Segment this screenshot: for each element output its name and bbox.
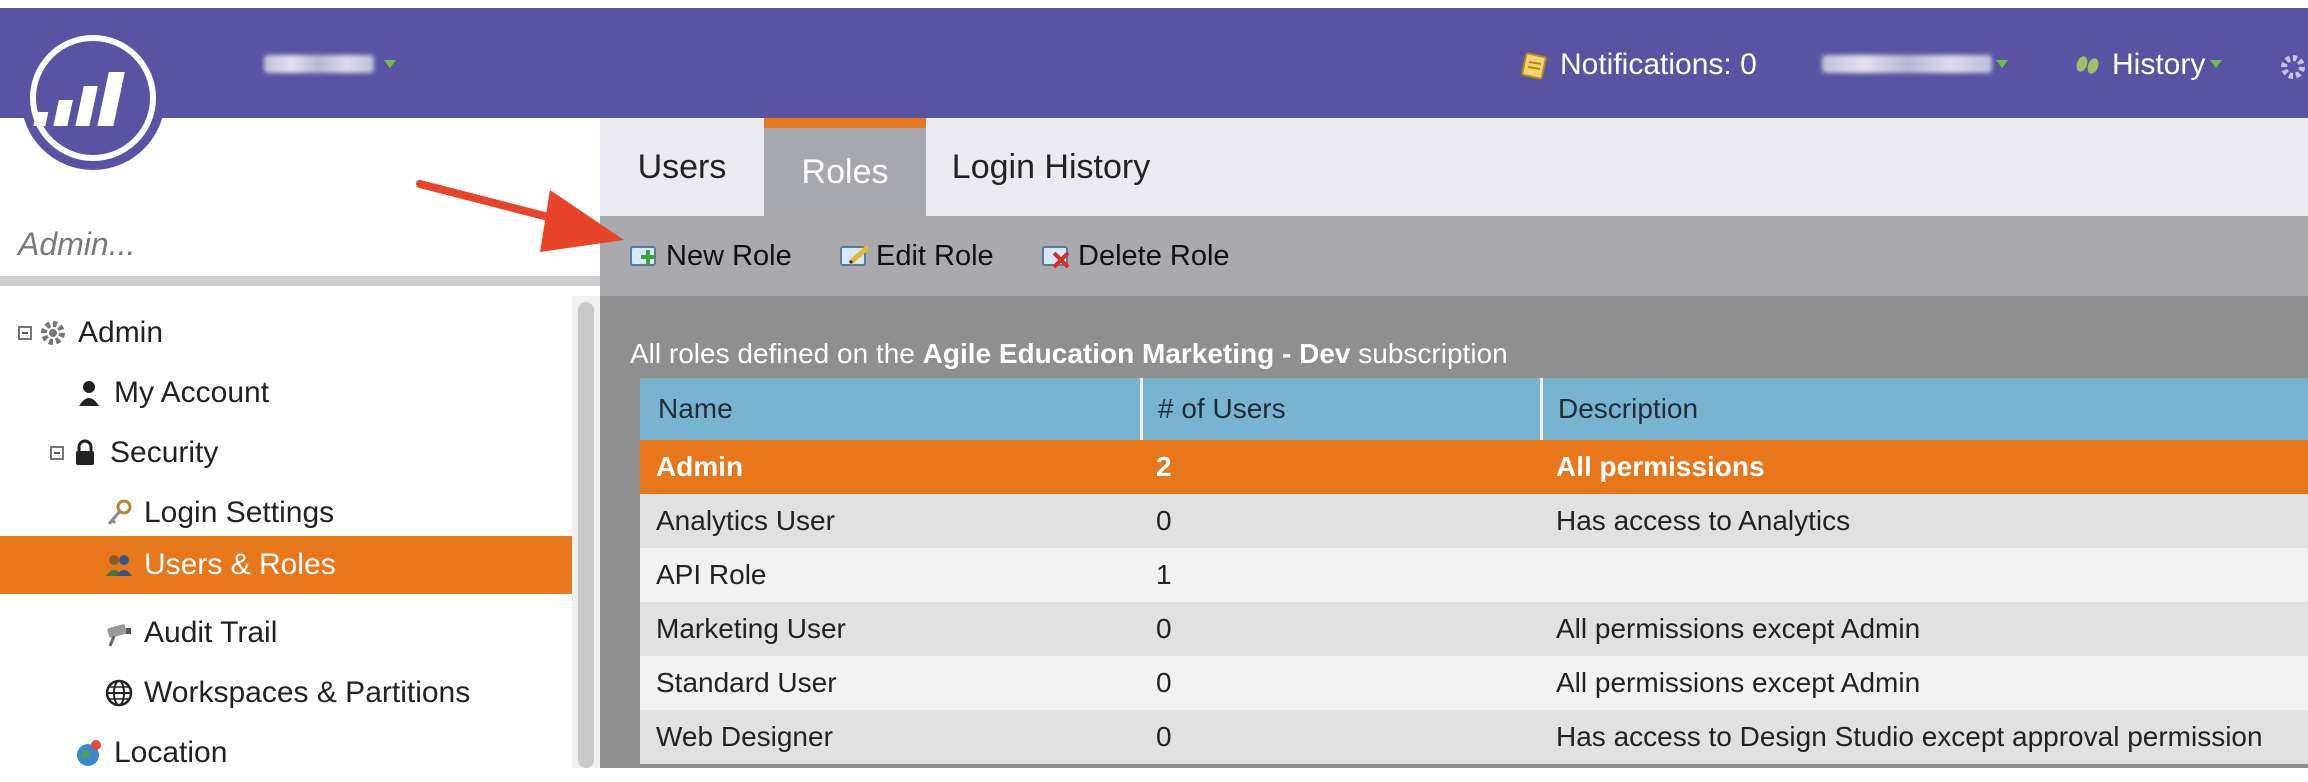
marketo-logo[interactable] (18, 10, 168, 178)
cell-name: Standard User (656, 667, 837, 698)
globe-icon (105, 679, 133, 707)
cell-users: 2 (1156, 451, 1172, 482)
workspace-dropdown-caret[interactable] (384, 60, 396, 68)
edit-role-label: Edit Role (876, 239, 994, 272)
table-row[interactable]: Marketing User 0 All permissions except … (640, 602, 2308, 656)
history-label: History (2112, 48, 2206, 81)
search-input[interactable]: Admin... (18, 226, 135, 263)
roles-content: All roles defined on the Agile Education… (600, 296, 2308, 768)
sidebar-scrollbar[interactable] (572, 296, 600, 768)
scrollbar-thumb[interactable] (578, 302, 594, 768)
tab-label: Roles (801, 152, 889, 191)
cell-name: Web Designer (656, 721, 833, 752)
tree-item-security[interactable]: Security (0, 424, 620, 482)
tree-item-label: Audit Trail (144, 616, 278, 649)
footsteps-icon (2076, 56, 2099, 74)
subscription-name: Agile Education Marketing - Dev (922, 338, 1351, 369)
notifications-button[interactable]: Notifications: 0 (1520, 48, 1757, 82)
cell-description: All permissions except Admin (1556, 613, 1921, 644)
delete-role-icon (1042, 246, 1070, 269)
new-role-label: New Role (666, 239, 792, 272)
cell-users: 0 (1156, 613, 1172, 644)
camera-icon (107, 624, 131, 647)
table-header: Name # of Users Description (640, 378, 2308, 440)
cell-name: Admin (656, 451, 744, 482)
column-header-description[interactable]: Description (1558, 378, 1698, 440)
edit-role-icon (840, 245, 870, 266)
cell-description: All permissions except Admin (1556, 667, 1921, 698)
cell-users: 0 (1156, 667, 1172, 698)
column-divider[interactable] (1140, 378, 1143, 440)
new-role-icon (630, 246, 656, 266)
tree-item-label: Users & Roles (144, 548, 336, 581)
delete-role-button[interactable]: Delete Role (1040, 234, 1230, 278)
main-panel: Users Roles Login History New Role Edit … (600, 118, 2308, 768)
tree-item-label: My Account (114, 376, 270, 409)
subtitle-suffix: subscription (1350, 338, 1508, 369)
settings-gear-icon[interactable] (2278, 52, 2308, 82)
key-icon (107, 499, 132, 525)
column-header-name[interactable]: Name (658, 378, 733, 440)
collapse-toggle[interactable] (50, 446, 64, 460)
tab-roles[interactable]: Roles (764, 118, 926, 216)
cell-users: 0 (1156, 505, 1172, 536)
tree-item-location[interactable]: Location (0, 724, 644, 782)
history-button[interactable]: History (2072, 48, 2205, 82)
tree-item-label: Admin (78, 316, 164, 349)
gear-icon (41, 321, 65, 345)
person-icon (79, 381, 99, 406)
new-role-button[interactable]: New Role (628, 234, 792, 278)
tree-item-admin[interactable]: Admin (0, 304, 588, 362)
cell-description: Has access to Analytics (1556, 505, 1851, 536)
notepad-icon (1521, 52, 1547, 80)
column-divider[interactable] (1540, 378, 1543, 440)
table-row[interactable]: Standard User 0 All permissions except A… (640, 656, 2308, 710)
tab-label: Login History (951, 147, 1151, 186)
subtitle-prefix: All roles defined on the (630, 338, 923, 369)
roles-subtitle: All roles defined on the Agile Education… (630, 338, 1508, 370)
column-header-users[interactable]: # of Users (1158, 378, 1286, 440)
edit-role-button[interactable]: Edit Role (838, 234, 994, 278)
tree-item-my-account[interactable]: My Account (0, 364, 644, 422)
cell-name: Analytics User (656, 505, 835, 536)
cell-users: 0 (1156, 721, 1172, 752)
table-row[interactable]: Admin 2 All permissions (640, 440, 2308, 494)
tree-item-label: Location (114, 736, 228, 769)
user-dropdown-caret[interactable] (1996, 60, 2008, 68)
users-icon (106, 555, 132, 576)
cell-description: All permissions (1556, 451, 1765, 482)
location-globe-icon (77, 740, 101, 766)
cell-name: Marketing User (656, 613, 846, 644)
cell-description: Has access to Design Studio except appro… (1556, 721, 2263, 752)
table-row[interactable]: Analytics User 0 Has access to Analytics (640, 494, 2308, 548)
tab-login-history[interactable]: Login History (926, 118, 1176, 216)
notifications-label: Notifications: 0 (1560, 48, 1757, 81)
lock-icon (76, 439, 94, 465)
tree-item-label: Security (110, 436, 219, 469)
history-dropdown-caret[interactable] (2210, 60, 2222, 68)
table-row[interactable]: Web Designer 0 Has access to Design Stud… (640, 710, 2308, 764)
roles-toolbar: New Role Edit Role Delete Role (600, 216, 2308, 296)
cell-users: 1 (1156, 559, 1172, 590)
table-row[interactable]: API Role 1 (640, 548, 2308, 602)
tab-bar: Users Roles Login History (600, 118, 2308, 216)
delete-role-label: Delete Role (1078, 239, 1230, 272)
annotation-arrow (416, 180, 624, 252)
top-navigation-bar: Notifications: 0 History (0, 0, 2308, 118)
user-name-blurred[interactable] (1822, 55, 1992, 73)
tree-item-label: Workspaces & Partitions (144, 676, 471, 709)
cell-name: API Role (656, 559, 767, 590)
collapse-toggle[interactable] (18, 326, 32, 340)
tab-label: Users (637, 147, 727, 186)
workspace-name-blurred[interactable] (264, 55, 374, 73)
tree-item-label: Login Settings (144, 496, 335, 529)
